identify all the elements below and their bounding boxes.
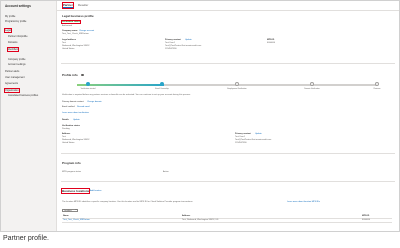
verification-description: Verification is required before any part… [62,94,191,96]
step-dot-reviews [375,82,379,87]
change-account-link[interactable]: Change account [79,30,94,32]
legal-address-line-2: Redmond, Washington 98052 [62,45,90,47]
locations-filter-dropdown[interactable]: Locations ▾ [62,209,78,212]
details-contact-email: Test@TestPartnerTest.onmicrosoft.com [235,139,272,141]
primary-domain-label: Primary domain contact [62,101,84,103]
verification-progress-bar [77,83,377,86]
program-status-value: Active [163,171,169,173]
update-primary-contact-link[interactable]: Update [185,39,192,41]
sidebar-item-partner-info[interactable]: Partner info/profile [8,35,28,38]
table-row[interactable]: Test_Test_Check_MSPartner Test, Redmond,… [62,219,392,223]
partner-center-window: Account settings My profile Programs/my … [0,0,400,232]
column-header-address: Address [182,215,191,217]
location-name[interactable]: Test_Test_Check_MSPartner [63,219,90,221]
verification-status-label: Verification status [60,19,82,25]
sidebar-title: Account settings [5,4,31,8]
tab-reseller[interactable]: Reseller [78,3,88,7]
location-address: Test, Redmond, Washington 98052, US [182,219,219,221]
mpn-id-value: 6000000 [267,42,276,44]
business-locations-heading: Business locations [60,187,91,195]
legal-profile-heading: Legal business profile [62,14,94,18]
verification-status-value: Authorized [62,24,72,27]
column-header-mpn-id: MPN ID [362,215,370,217]
details-update-link[interactable]: Update [73,119,80,121]
primary-contact-label: Primary contact [165,39,181,41]
legal-address-label: Legal address [62,39,76,41]
details-contact-label: Primary contact [235,133,251,135]
details-heading: Details [62,119,69,121]
sidebar-item-identifiers[interactable]: Identifiers [6,46,20,53]
add-location-link[interactable]: Add location [90,190,101,192]
sidebar-item-organization[interactable]: Organization [3,87,20,94]
email-verified-label: Email verified [62,106,75,108]
details-address-line-1: Test [62,136,66,138]
primary-contact-phone: 1234567890 [165,48,177,50]
sidebar-item-user-management[interactable]: User management [5,76,25,79]
tab-partner[interactable]: Partner [61,1,75,10]
profile-info-heading: Profile info [62,73,78,77]
mpn-id-label: MPN ID [267,39,275,41]
legal-address-line-3: United States [62,48,75,50]
learn-more-verification-link[interactable]: Learn more about verification [62,112,89,114]
change-domain-link[interactable]: Change domain [87,101,102,103]
step-label-email-ownership: Email Ownership [155,88,169,90]
step-label-domain: Domain Verification [304,88,320,90]
sidebar-item-agreements[interactable]: Agreements [5,82,18,85]
learn-more-locations-link[interactable]: Learn more about location MPN IDs [287,201,320,203]
step-dot-domain [310,82,314,87]
sidebar-item-my-profile[interactable]: My profile [5,15,15,18]
section-divider [61,153,395,154]
section-divider [61,181,395,182]
settings-sidebar: Account settings My profile Programs/my … [1,1,57,231]
step-label-employment: Employment Verification [227,88,247,90]
primary-contact-email: Test@TestPartnerTest.onmicrosoft.com [165,45,202,47]
main-content: Partner Reseller Legal business profile … [57,1,399,231]
details-address-label: Address [62,133,71,135]
program-status-label: MPN program status [62,171,82,173]
locations-description: The location MPN ID identifies a specifi… [62,201,193,203]
figure-caption: Partner profile. [3,235,49,242]
sidebar-item-domains[interactable]: Domains [8,41,17,44]
company-name-label: Company name [62,30,78,32]
sidebar-item-associated-profiles[interactable]: Associated business profiles [8,94,38,97]
sidebar-item-legal[interactable]: Legal [3,27,13,34]
legal-address-line-1: Test [62,42,66,44]
step-label-verification-started: Verification started [80,88,96,90]
section-divider [61,63,395,64]
sidebar-item-partner-alerts[interactable]: Partner alerts [5,70,19,73]
step-dot-verification-started [86,82,90,87]
step-label-reviews: Reviews [373,88,381,90]
details-verification-status-label: Verification status [62,125,80,127]
column-header-name: Name [63,215,69,217]
step-dot-email-ownership [160,82,164,87]
details-contact-phone: 1234567890 [235,142,247,144]
details-address-line-2: Redmond, Washington 98052 [62,139,90,141]
resend-email-link[interactable]: Resend email [77,106,90,108]
details-verification-status-value: Pending [62,128,70,130]
step-dot-employment [235,82,239,87]
program-info-heading: Program info [62,161,81,165]
sidebar-item-programs[interactable]: Programs/my profile [5,20,26,23]
verification-progress-fill [77,83,164,86]
details-contact-update-link[interactable]: Update [255,133,262,135]
company-name-value: Test_Test_Check_MSPartner [62,33,89,35]
location-mpn-id: 6000000 [362,219,371,221]
info-icon: i [81,73,84,77]
sidebar-item-company-profile[interactable]: Company profile [8,58,25,61]
details-address-line-3: United States [62,142,75,144]
details-contact-name: Test User1 [235,136,245,138]
profile-tabs: Partner Reseller [57,1,399,11]
locations-filter-value: Locations [64,210,72,212]
primary-contact-name: Test User1 [165,42,175,44]
sidebar-item-account-settings[interactable]: Account settings [8,63,26,66]
chevron-down-icon: ▾ [75,210,77,211]
